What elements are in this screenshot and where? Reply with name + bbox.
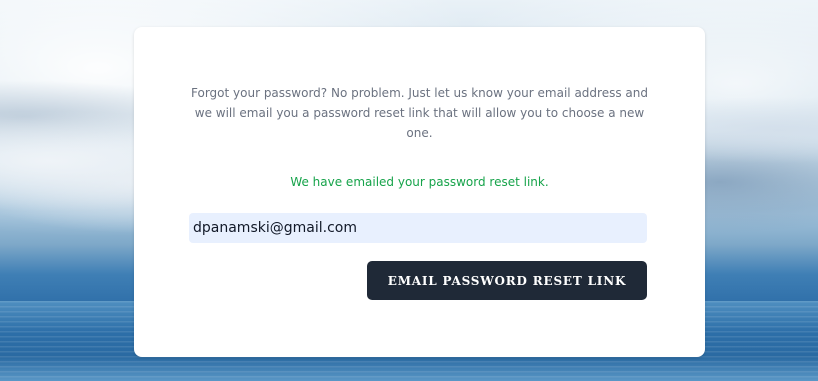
password-reset-card: Forgot your password? No problem. Just l…	[134, 27, 705, 357]
email-password-reset-link-button[interactable]: EMAIL PASSWORD RESET LINK	[367, 261, 647, 300]
password-reset-instructions: Forgot your password? No problem. Just l…	[191, 86, 648, 140]
background-scene: Forgot your password? No problem. Just l…	[0, 0, 818, 381]
reset-link-sent-message: We have emailed your password reset link…	[290, 175, 549, 189]
email-input[interactable]	[189, 213, 647, 243]
